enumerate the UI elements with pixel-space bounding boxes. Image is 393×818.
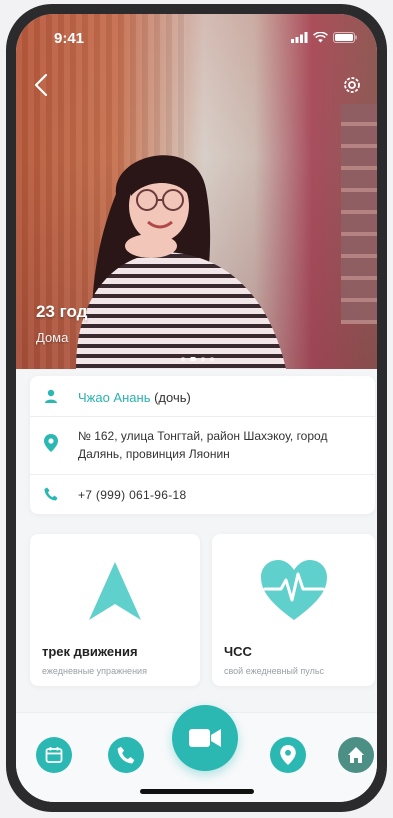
feature-art: [212, 558, 375, 626]
heart-rate-icon: [260, 560, 327, 620]
profile-location-status: Дома: [36, 330, 69, 345]
contact-phone: +7 (999) 061-96-18: [78, 488, 187, 502]
status-icons: [291, 32, 357, 43]
phone-frame: 9:41 23 год Дома Чжао Анань (дочь) № 162…: [6, 4, 387, 812]
person-icon: [45, 389, 57, 403]
carousel-dot[interactable]: [181, 357, 185, 361]
contact-address: № 162, улица Тонгтай, район Шахэкоу, гор…: [78, 429, 328, 461]
calendar-button[interactable]: [36, 737, 72, 773]
movement-track-card[interactable]: трек движения ежедневные упражнения: [30, 534, 200, 686]
feature-title: трек движения: [42, 644, 138, 659]
person-photo: [76, 155, 286, 369]
feature-subtitle: ежедневные упражнения: [42, 666, 147, 676]
carousel-dot[interactable]: [210, 357, 214, 361]
call-button[interactable]: [108, 737, 144, 773]
location-pin-icon: [44, 434, 58, 452]
status-bar: 9:41: [16, 14, 377, 58]
carousel-dots: [181, 357, 214, 361]
gear-icon[interactable]: [341, 74, 363, 96]
signal-icon: [291, 32, 308, 43]
feature-subtitle: свой ежедневный пульс: [224, 666, 325, 676]
contact-card: Чжао Анань (дочь) № 162, улица Тонгтай, …: [30, 376, 375, 514]
carousel-dot[interactable]: [201, 357, 205, 361]
heart-rate-card[interactable]: ЧСС свой ежедневный пульс: [212, 534, 375, 686]
profile-age: 23 год: [36, 302, 88, 321]
location-pin-icon: [280, 745, 296, 765]
phone-icon: [44, 487, 58, 501]
back-chevron-icon[interactable]: [30, 72, 54, 98]
contact-relation: (дочь): [154, 390, 191, 405]
wifi-icon: [313, 32, 328, 43]
location-button[interactable]: [270, 737, 306, 773]
contact-address-row[interactable]: № 162, улица Тонгтай, район Шахэкоу, гор…: [30, 416, 375, 475]
app-screen: 9:41 23 год Дома Чжао Анань (дочь) № 162…: [16, 14, 377, 802]
contact-phone-row[interactable]: +7 (999) 061-96-18: [30, 474, 375, 514]
contact-name: Чжао Анань (дочь): [78, 390, 191, 405]
phone-icon: [117, 746, 135, 764]
contact-name-link[interactable]: Чжао Анань: [78, 390, 150, 405]
photo-background-shelf: [341, 104, 377, 324]
video-camera-icon: [189, 729, 221, 747]
video-call-button[interactable]: [172, 705, 238, 771]
contact-name-row[interactable]: Чжао Анань (дочь): [30, 376, 375, 417]
feature-title: ЧСС: [224, 644, 252, 659]
battery-icon: [333, 32, 357, 43]
home-icon: [348, 747, 364, 763]
calendar-icon: [45, 747, 63, 763]
status-time: 9:41: [54, 30, 85, 47]
home-indicator[interactable]: [140, 789, 254, 794]
profile-photo: 9:41 23 год Дома: [16, 14, 377, 369]
carousel-dot-active[interactable]: [190, 357, 196, 361]
navigation-arrow-icon: [89, 562, 141, 620]
home-button[interactable]: [338, 737, 374, 773]
feature-art: [30, 558, 200, 626]
